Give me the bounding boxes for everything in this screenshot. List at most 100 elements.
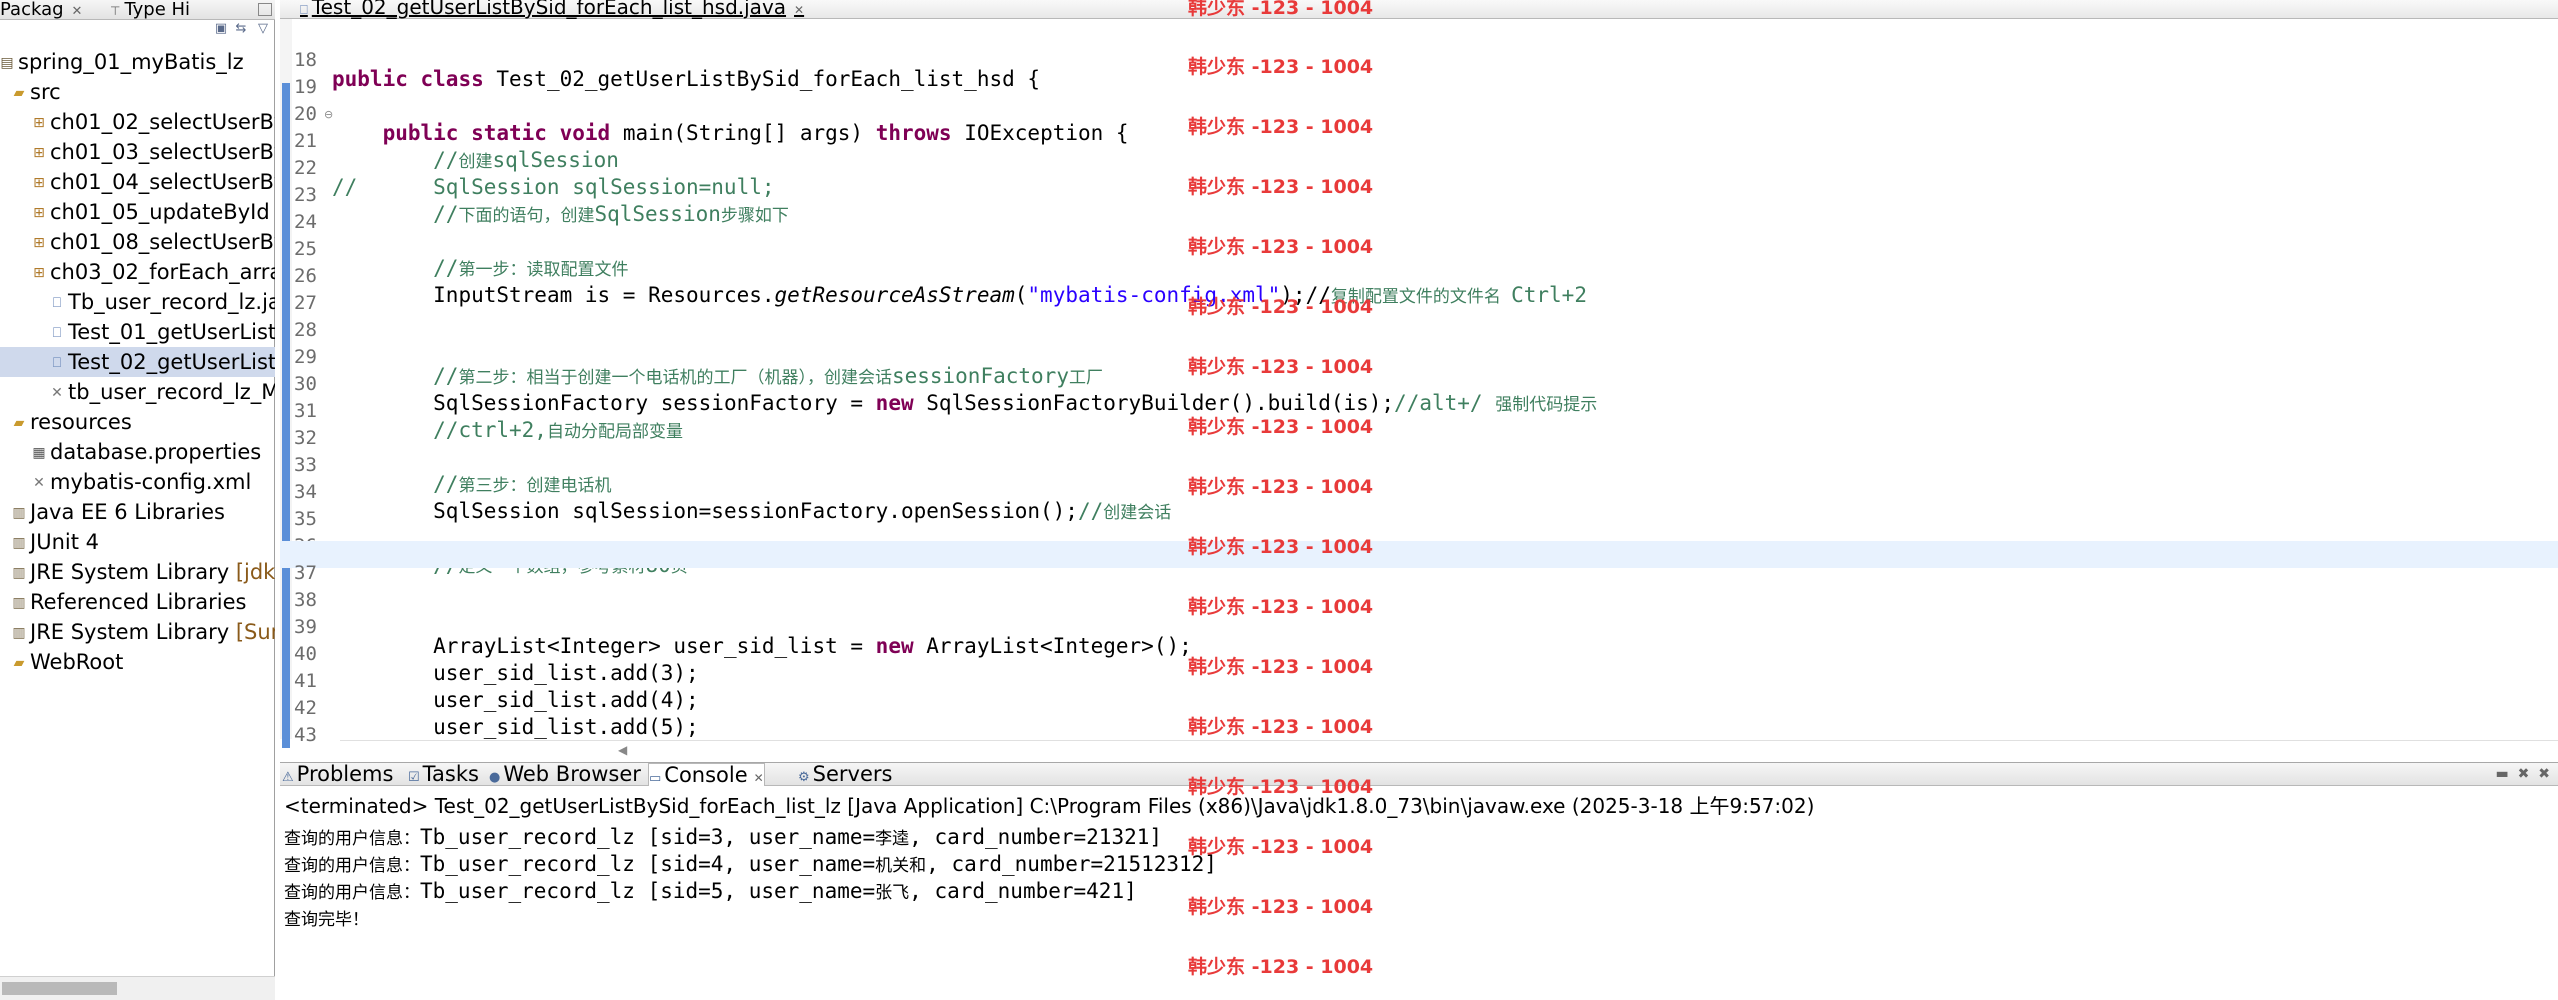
tab-tasks[interactable]: ☑ Tasks <box>408 763 479 786</box>
code-line: 30 SqlSessionFactory sessionFactory = ne… <box>280 352 2558 415</box>
watermark-text: 韩少东 -123 - 1004 <box>1188 536 1374 558</box>
tree-item-label: ch01_05_updateById <box>50 200 270 224</box>
code-line: 20 ⊖ public static void main(String[] arg… <box>280 82 2558 145</box>
tab-console[interactable]: ▭ Console ✕ <box>648 763 765 787</box>
close-icon[interactable]: ✕ <box>72 4 83 19</box>
tree-item-label: JUnit 4 <box>30 530 99 554</box>
source-folder-icon: ▰ <box>13 85 25 101</box>
tree-item-label: ch03_02_forEach_array <box>50 260 275 284</box>
tree-item-library[interactable]: ▥ Java EE 6 Libraries <box>0 497 275 527</box>
tab-servers[interactable]: ⚙ Servers <box>798 763 892 786</box>
tree-item-package[interactable]: ⊞ ch01_05_updateById <box>0 197 275 227</box>
scrollbar-thumb[interactable] <box>2 982 117 995</box>
tree-item-java-file[interactable]: ⎕ Tb_user_record_lz.jav <box>0 287 275 317</box>
watermark-text: 韩少东 -123 - 1004 <box>1188 716 1374 738</box>
code-line: 34 SqlSession sqlSession=sessionFactory.… <box>280 460 2558 523</box>
tree-item-label: resources <box>30 410 132 434</box>
watermark-text: 韩少东 -123 - 1004 <box>1188 176 1374 198</box>
tree-item-label: Referenced Libraries <box>30 590 247 614</box>
watermark-text: 韩少东 -123 - 1004 <box>1188 356 1374 378</box>
editor-tab-bar: ⎕ Test_02_getUserListBySid_forEach_list_h… <box>280 0 2558 19</box>
code-line: 22 // SqlSession sqlSession=null; <box>280 136 2558 199</box>
library-icon: ▥ <box>12 535 26 551</box>
tree-item-package[interactable]: ⊞ ch01_03_selectUserBy <box>0 137 275 167</box>
watermark-text: 韩少东 -123 - 1004 <box>1188 776 1374 798</box>
tree-item-suffix: [jdk1 <box>235 560 275 584</box>
tree-item-label: ch01_04_selectUserBy <box>50 170 275 194</box>
xml-file-icon: ✕ <box>51 385 63 401</box>
tree-item-library[interactable]: ▥ JUnit 4 <box>0 527 275 557</box>
tab-type-hierarchy[interactable]: ⊤ Type Hi <box>110 0 190 19</box>
tree-item-label: WebRoot <box>30 650 124 674</box>
close-icon[interactable]: ✕ <box>754 771 764 785</box>
globe-icon: ● <box>489 770 501 785</box>
code-line-current: 37 <box>280 541 2558 584</box>
code-line: 39 ArrayList<Integer> user_sid_list = ne… <box>280 595 2558 658</box>
minimize-icon[interactable]: ▬ <box>2495 766 2508 782</box>
watermark-text: 韩少东 -123 - 1004 <box>1188 896 1374 918</box>
code-line: 26 InputStream is = Resources.getResourc… <box>280 244 2558 307</box>
tab-label: Web Browser <box>503 762 641 786</box>
code-editor: ⎕ Test_02_getUserListBySid_forEach_list_h… <box>280 0 2558 760</box>
explorer-horizontal-scrollbar[interactable] <box>0 976 275 1000</box>
tree-item-label: ch01_02_selectUserBy <box>50 110 275 134</box>
package-icon: ⊞ <box>33 115 45 131</box>
line-number: 43 <box>294 724 317 746</box>
remove-launch-icon[interactable]: ✖ <box>2538 766 2550 782</box>
code-line: 19 <box>280 55 2558 98</box>
tree-item-xml-file[interactable]: ✕ mybatis-config.xml <box>0 467 275 497</box>
tab-problems[interactable]: ⚠ Problems <box>282 762 394 786</box>
tree-item-library[interactable]: ▥JRE System Library [jdk1 <box>0 557 275 587</box>
watermark-text: 韩少东 -123 - 1004 <box>1188 236 1374 258</box>
tree-item-library[interactable]: ▥JRE System Library [Sun <box>0 617 275 647</box>
tree-item-label: Tb_user_record_lz.jav <box>68 290 275 314</box>
tree-item-java-file[interactable]: ⎕ Test_01_getUserListB <box>0 317 275 347</box>
tree-item-folder[interactable]: ▰ WebRoot <box>0 647 275 677</box>
tab-web-browser[interactable]: ● Web Browser <box>489 762 641 786</box>
tree-item-java-file-selected[interactable]: ⎕ Test_02_getUserListB <box>0 347 275 377</box>
package-icon: ⊞ <box>33 175 45 191</box>
tree-item-package[interactable]: ⊞ ch01_04_selectUserBy <box>0 167 275 197</box>
tree-item-package[interactable]: ⊞ ch03_02_forEach_array <box>0 257 275 287</box>
tree-item-resources[interactable]: ▰ resources <box>0 407 275 437</box>
editor-horizontal-scrollbar[interactable]: ◀ <box>340 740 2558 759</box>
link-editor-icon[interactable]: ⇆ <box>234 22 248 36</box>
tree-item-package[interactable]: ⊞ ch01_08_selectUserBy <box>0 227 275 257</box>
minimize-icon[interactable] <box>258 3 272 16</box>
tab-package-explorer-label: Packag <box>0 0 64 20</box>
panel-window-controls: ▬ ✖ ✖ <box>2495 766 2550 782</box>
collapse-all-icon[interactable]: ▣ <box>214 22 228 36</box>
code-line: 43 <box>280 703 2558 746</box>
code-line: 25 //第一步：读取配置文件 <box>280 217 2558 280</box>
tree-item-project[interactable]: ▤ spring_01_myBatis_lz <box>0 47 275 77</box>
java-file-icon: ⎕ <box>300 3 308 18</box>
tab-label: Problems <box>296 762 394 786</box>
tree-item-xml-file[interactable]: ✕ tb_user_record_lz_M <box>0 377 275 407</box>
tree-item-package[interactable]: ⊞ ch01_02_selectUserBy <box>0 107 275 137</box>
watermark-text: 韩少东 -123 - 1004 <box>1188 416 1374 438</box>
tasks-icon: ☑ <box>408 770 420 785</box>
terminate-icon[interactable]: ✖ <box>2518 766 2530 782</box>
watermark-text: 韩少东 -123 - 1004 <box>1188 116 1374 138</box>
console-line: 查询的用户信息：Tb_user_record_lz [sid=4, user_n… <box>284 852 1217 876</box>
code-line: 21 //创建sqlSession <box>280 109 2558 172</box>
console-status-line: <terminated> Test_02_getUserListBySid_fo… <box>284 794 1815 818</box>
console-line: 查询的用户信息：Tb_user_record_lz [sid=5, user_n… <box>284 879 1137 903</box>
tab-type-hierarchy-label: Type Hi <box>124 0 191 20</box>
tree-item-properties-file[interactable]: ▦ database.properties <box>0 437 275 467</box>
code-area[interactable]: 18 public class Test_02_getUserListBySid… <box>280 19 2558 746</box>
tree-item-src[interactable]: ▰ src <box>0 77 275 107</box>
code-line: 33 //第三步：创建电话机 <box>280 433 2558 496</box>
close-icon[interactable]: ✕ <box>794 3 804 17</box>
tab-package-explorer[interactable]: Packag ✕ <box>0 0 82 19</box>
folder-icon: ▰ <box>13 655 25 671</box>
servers-icon: ⚙ <box>798 770 810 785</box>
code-line: 29 //第二步：相当于创建一个电话机的工厂（机器），创建会话sessionFa… <box>280 325 2558 388</box>
console-line: 查询的用户信息：Tb_user_record_lz [sid=3, user_n… <box>284 825 1163 849</box>
view-menu-icon[interactable]: ▽ <box>256 22 270 36</box>
tree-item-library[interactable]: ▥ Referenced Libraries <box>0 587 275 617</box>
scroll-left-icon[interactable]: ◀ <box>618 743 627 757</box>
package-icon: ⊞ <box>33 145 45 161</box>
package-explorer: Packag ✕ ⊤ Type Hi ▣ ⇆ ▽ ▤ spring_01_myBati… <box>0 0 275 1000</box>
code-line: 28 <box>280 298 2558 341</box>
